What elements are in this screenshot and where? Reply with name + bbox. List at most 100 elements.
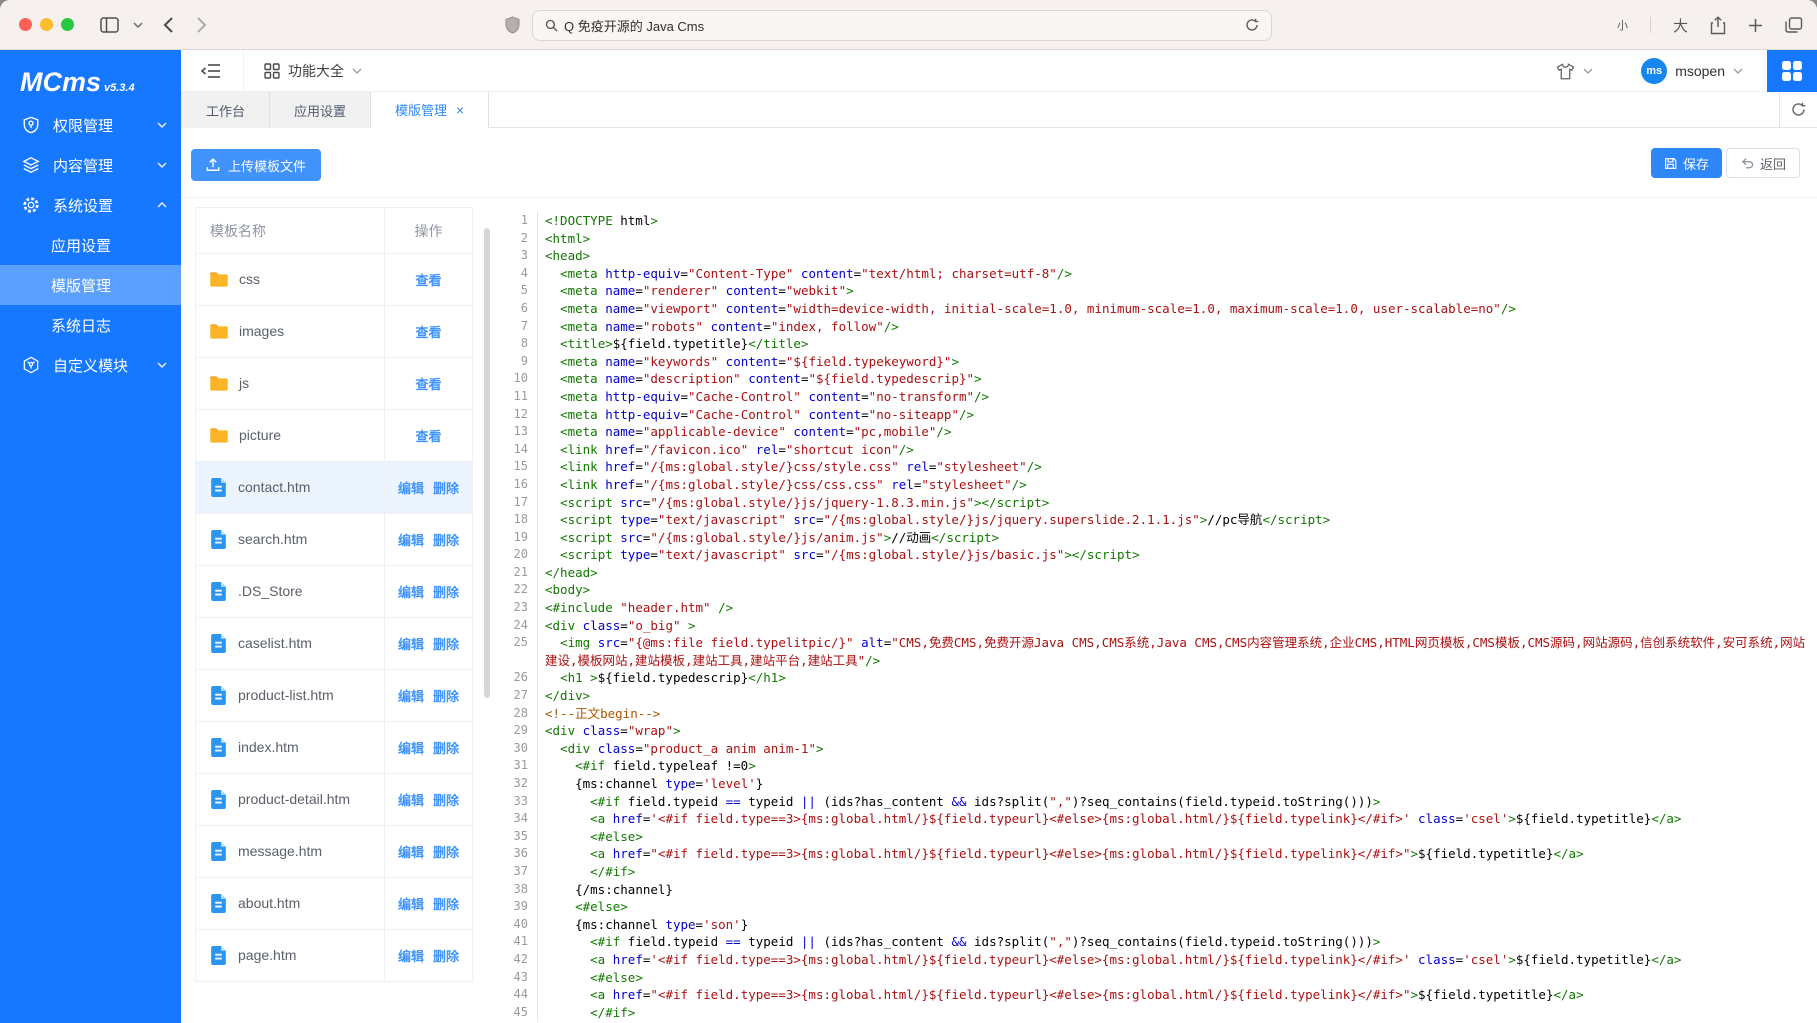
edit-link[interactable]: 编辑 xyxy=(398,582,424,601)
view-link[interactable]: 查看 xyxy=(415,270,441,289)
sidebar-item-custom-module[interactable]: 自定义模块 xyxy=(0,345,181,385)
table-row[interactable]: page.htm 编辑删除 xyxy=(196,930,472,982)
code-line: <#if field.typeid == typeid || (ids?has_… xyxy=(538,793,1817,811)
code-editor[interactable]: 1<!DOCTYPE html>2<html>3<head>4 <meta ht… xyxy=(505,207,1817,1023)
return-arrow-icon xyxy=(1740,157,1754,169)
name-cell: search.htm xyxy=(196,514,385,565)
back-button-toolbar[interactable]: 返回 xyxy=(1726,148,1800,178)
actions-cell: 编辑删除 xyxy=(385,878,472,929)
chevron-down-icon xyxy=(157,122,167,128)
delete-link[interactable]: 删除 xyxy=(433,582,459,601)
code-row: 9 <meta name="keywords" content="${field… xyxy=(505,353,1817,371)
shield-icon[interactable] xyxy=(505,16,520,34)
edit-link[interactable]: 编辑 xyxy=(398,686,424,705)
table-row[interactable]: search.htm 编辑删除 xyxy=(196,514,472,566)
delete-link[interactable]: 删除 xyxy=(433,790,459,809)
app-logo: MCms v5.3.4 xyxy=(0,50,181,110)
reload-icon[interactable] xyxy=(1245,18,1259,32)
table-row[interactable]: caselist.htm编辑删除 xyxy=(196,618,472,670)
sidebar-item-content[interactable]: 内容管理 xyxy=(0,145,181,185)
code-line: <div class="product_a anim anim-1"> xyxy=(538,740,1817,758)
edit-link[interactable]: 编辑 xyxy=(398,634,424,653)
sidebar-menu-chevron-icon[interactable] xyxy=(133,22,143,28)
line-number: 8 xyxy=(505,335,538,353)
sidebar-toggle-icon[interactable] xyxy=(100,17,119,33)
user-menu[interactable]: ms msopen xyxy=(1641,58,1743,84)
zoom-window-button[interactable] xyxy=(61,18,74,31)
code-line: <title>${field.typetitle}</title> xyxy=(538,335,1817,353)
text-size-smaller-button[interactable]: 小 xyxy=(1617,17,1628,33)
table-row[interactable]: images查看 xyxy=(196,306,472,358)
table-row[interactable]: message.htm编辑删除 xyxy=(196,826,472,878)
table-row[interactable]: product-detail.htm编辑删除 xyxy=(196,774,472,826)
all-functions-menu[interactable]: 功能大全 xyxy=(264,61,362,81)
table-row[interactable]: contact.htm编辑删除 xyxy=(196,462,472,514)
sidebar-subitem-system-log[interactable]: 系统日志 xyxy=(0,305,181,345)
name-cell: .DS_Store xyxy=(196,566,385,617)
tab-workbench[interactable]: 工作台 xyxy=(181,92,270,128)
delete-link[interactable]: 删除 xyxy=(433,842,459,861)
view-link[interactable]: 查看 xyxy=(415,322,441,341)
name-cell: page.htm xyxy=(196,930,385,981)
edit-link[interactable]: 编辑 xyxy=(398,842,424,861)
sidebar-item-permission[interactable]: 权限管理 xyxy=(0,105,181,145)
apps-grid-button[interactable] xyxy=(1767,50,1817,92)
new-tab-icon[interactable] xyxy=(1748,18,1763,33)
edit-link[interactable]: 编辑 xyxy=(398,478,424,497)
template-name: page.htm xyxy=(238,945,296,965)
delete-link[interactable]: 删除 xyxy=(433,894,459,913)
app-header: 功能大全 ms msopen xyxy=(181,50,1817,92)
table-row[interactable]: .DS_Store编辑删除 xyxy=(196,566,472,618)
actions-cell: 编辑删除 xyxy=(385,566,472,617)
delete-link[interactable]: 删除 xyxy=(433,946,459,965)
address-bar[interactable]: Q 免疫开源的 Java Cms xyxy=(532,10,1272,41)
sidebar-item-system[interactable]: 系统设置 xyxy=(0,185,181,225)
refresh-tab-button[interactable] xyxy=(1779,92,1817,127)
collapse-sidebar-icon[interactable] xyxy=(201,63,221,79)
close-tab-icon[interactable]: × xyxy=(456,103,464,117)
delete-link[interactable]: 删除 xyxy=(433,478,459,497)
file-panel-scrollbar[interactable] xyxy=(484,228,490,698)
tab-app-settings[interactable]: 应用设置 xyxy=(270,92,371,128)
back-button[interactable] xyxy=(163,16,174,34)
code-row: 10 <meta name="description" content="${f… xyxy=(505,370,1817,388)
table-row[interactable]: about.htm编辑删除 xyxy=(196,878,472,930)
chevron-down-icon xyxy=(1583,68,1593,74)
save-button[interactable]: 保存 xyxy=(1651,148,1722,178)
template-table: 模板名称 操作 css查看images查看js查看picture查看contac… xyxy=(195,207,473,982)
edit-link[interactable]: 编辑 xyxy=(398,738,424,757)
table-row[interactable]: js查看 xyxy=(196,358,472,410)
table-row[interactable]: product-list.htm编辑删除 xyxy=(196,670,472,722)
tab-template-manage[interactable]: 模版管理 × xyxy=(371,92,489,128)
sidebar-subitem-app-settings[interactable]: 应用设置 xyxy=(0,225,181,265)
line-number: 24 xyxy=(505,617,538,635)
table-row[interactable]: index.htm编辑删除 xyxy=(196,722,472,774)
upload-template-button[interactable]: 上传模板文件 xyxy=(191,149,321,181)
line-number: 15 xyxy=(505,458,538,476)
share-icon[interactable] xyxy=(1710,16,1726,35)
code-row: 4 <meta http-equiv="Content-Type" conten… xyxy=(505,265,1817,283)
sidebar-subitem-template-manage[interactable]: 模版管理 xyxy=(0,265,181,305)
code-row: 33 <#if field.typeid == typeid || (ids?h… xyxy=(505,793,1817,811)
close-window-button[interactable] xyxy=(19,18,32,31)
view-link[interactable]: 查看 xyxy=(415,426,441,445)
edit-link[interactable]: 编辑 xyxy=(398,894,424,913)
delete-link[interactable]: 删除 xyxy=(433,530,459,549)
delete-link[interactable]: 删除 xyxy=(433,686,459,705)
delete-link[interactable]: 删除 xyxy=(433,738,459,757)
minimize-window-button[interactable] xyxy=(40,18,53,31)
text-size-larger-button[interactable]: 大 xyxy=(1673,15,1688,36)
actions-cell: 查看 xyxy=(385,254,472,305)
edit-link[interactable]: 编辑 xyxy=(398,530,424,549)
edit-link[interactable]: 编辑 xyxy=(398,946,424,965)
forward-button[interactable] xyxy=(196,16,207,34)
delete-link[interactable]: 删除 xyxy=(433,634,459,653)
view-link[interactable]: 查看 xyxy=(415,374,441,393)
theme-menu[interactable] xyxy=(1556,63,1593,80)
table-row[interactable]: picture查看 xyxy=(196,410,472,462)
code-row: 5 <meta name="renderer" content="webkit"… xyxy=(505,282,1817,300)
edit-link[interactable]: 编辑 xyxy=(398,790,424,809)
code-line: <meta name="viewport" content="width=dev… xyxy=(538,300,1817,318)
table-row[interactable]: css查看 xyxy=(196,254,472,306)
tab-overview-icon[interactable] xyxy=(1785,17,1803,33)
